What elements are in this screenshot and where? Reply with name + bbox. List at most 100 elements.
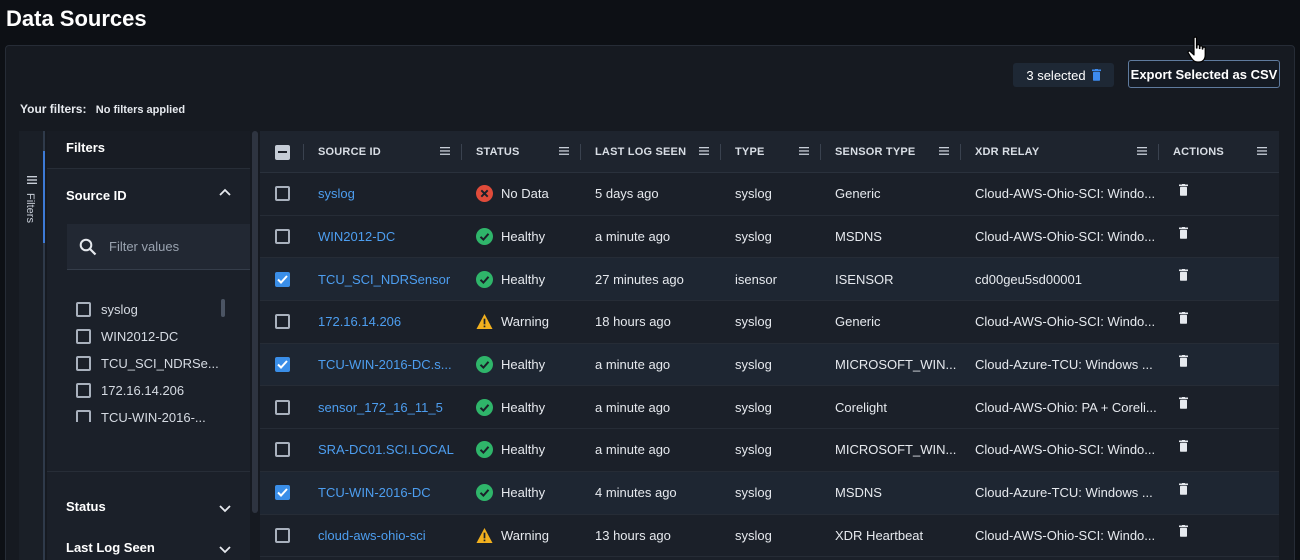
type-cell: isensor bbox=[721, 258, 821, 300]
filter-option[interactable]: TCU_SCI_NDRSe... bbox=[76, 350, 226, 377]
filter-search-box[interactable] bbox=[67, 224, 250, 270]
status-cell: Healthy bbox=[462, 386, 581, 428]
table-row[interactable]: TCU_SCI_NDRSensor Healthy 27 minutes ago is… bbox=[260, 258, 1279, 302]
export-csv-button[interactable]: Export Selected as CSV bbox=[1128, 60, 1280, 88]
column-header-type[interactable]: TYPE bbox=[721, 131, 821, 173]
type-text: syslog bbox=[735, 229, 772, 245]
trash-icon[interactable] bbox=[1179, 226, 1188, 239]
options-scrollbar[interactable] bbox=[221, 299, 225, 317]
source-id-link[interactable]: TCU-WIN-2016-DC bbox=[304, 485, 431, 500]
row-select-cell[interactable] bbox=[260, 344, 304, 386]
column-menu-icon[interactable] bbox=[799, 147, 809, 155]
xdr-relay-cell: Cloud-AWS-Ohio-SCI: Windo... bbox=[961, 173, 1159, 215]
trash-icon[interactable] bbox=[1179, 525, 1188, 538]
source-id-link[interactable]: cloud-aws-ohio-sci bbox=[304, 528, 426, 543]
source-id-link[interactable]: sensor_172_16_11_5 bbox=[304, 400, 443, 415]
source-id-cell: TCU-WIN-2016-DC.s... bbox=[304, 344, 462, 386]
row-select-cell[interactable] bbox=[260, 386, 304, 428]
trash-icon[interactable] bbox=[1179, 397, 1188, 410]
checkbox[interactable] bbox=[76, 410, 91, 422]
column-header-xdr-relay[interactable]: XDR RELAY bbox=[961, 131, 1159, 173]
column-menu-icon[interactable] bbox=[939, 147, 949, 155]
rail-label[interactable]: Filters bbox=[24, 193, 36, 223]
column-menu-icon[interactable] bbox=[699, 147, 709, 155]
table-row[interactable]: cloud-aws-ohio-sci Warning 13 hours ago sys… bbox=[260, 515, 1279, 558]
column-menu-icon[interactable] bbox=[559, 147, 569, 155]
row-select-cell[interactable] bbox=[260, 216, 304, 258]
row-select-cell[interactable] bbox=[260, 258, 304, 300]
status-filter-title[interactable]: Status bbox=[66, 499, 106, 514]
source-id-link[interactable]: WIN2012-DC bbox=[304, 229, 395, 244]
chevron-down-icon[interactable] bbox=[219, 546, 231, 554]
table-row[interactable]: 172.16.14.206 Warning 18 hours ago syslog Ge… bbox=[260, 301, 1279, 344]
checkbox[interactable] bbox=[76, 383, 91, 398]
column-header-source-id[interactable]: SOURCE ID bbox=[304, 131, 462, 173]
header-select-all[interactable] bbox=[260, 131, 304, 173]
filter-option[interactable]: TCU-WIN-2016-... bbox=[76, 404, 226, 422]
row-checkbox[interactable] bbox=[274, 442, 290, 458]
checkbox[interactable] bbox=[76, 329, 91, 344]
table-row[interactable]: SRA-DC01.SCI.LOCAL Healthy a minute ago sys… bbox=[260, 429, 1279, 472]
status-text: Healthy bbox=[501, 271, 546, 287]
row-checkbox[interactable] bbox=[274, 229, 290, 245]
row-checkbox-checked[interactable] bbox=[274, 271, 290, 287]
row-checkbox[interactable] bbox=[274, 399, 290, 415]
source-id-link[interactable]: SRA-DC01.SCI.LOCAL bbox=[304, 442, 454, 457]
select-all-checkbox[interactable] bbox=[274, 144, 290, 160]
filters-rail[interactable]: Filters bbox=[19, 131, 45, 560]
check-circle-icon bbox=[476, 484, 493, 502]
filter-option[interactable]: WIN2012-DC bbox=[76, 323, 226, 350]
checkbox[interactable] bbox=[76, 356, 91, 371]
sensor-type-text: XDR Heartbeat bbox=[835, 527, 924, 543]
source-id-filter-title[interactable]: Source ID bbox=[66, 188, 127, 203]
filter-option[interactable]: 172.16.14.206 bbox=[76, 377, 226, 404]
column-menu-icon[interactable] bbox=[440, 147, 450, 155]
source-id-link[interactable]: syslog bbox=[304, 186, 355, 201]
divider bbox=[47, 471, 250, 472]
trash-icon[interactable] bbox=[1091, 69, 1101, 81]
row-select-cell[interactable] bbox=[260, 301, 304, 343]
filter-values-input[interactable] bbox=[109, 239, 239, 254]
row-checkbox[interactable] bbox=[274, 314, 290, 330]
trash-icon[interactable] bbox=[1179, 311, 1188, 324]
row-checkbox-checked[interactable] bbox=[274, 485, 290, 501]
column-header-status[interactable]: STATUS bbox=[462, 131, 581, 173]
table-row[interactable]: syslog No Data 5 days ago syslog Generic Clou… bbox=[260, 173, 1279, 216]
column-header-last-log-seen[interactable]: LAST LOG SEEN bbox=[581, 131, 721, 173]
source-id-link[interactable]: 172.16.14.206 bbox=[304, 314, 401, 329]
filters-panel-scrollbar[interactable] bbox=[252, 131, 258, 513]
row-checkbox-checked[interactable] bbox=[274, 357, 290, 373]
table-row[interactable]: WIN2012-DC Healthy a minute ago syslog MSDNS… bbox=[260, 216, 1279, 259]
last-log-filter-title[interactable]: Last Log Seen bbox=[66, 540, 155, 555]
status-cell: Warning bbox=[462, 515, 581, 557]
xdr-relay-cell: cd00geu5sd00001 bbox=[961, 258, 1159, 300]
row-select-cell[interactable] bbox=[260, 429, 304, 471]
row-checkbox[interactable] bbox=[274, 527, 290, 543]
row-select-cell[interactable] bbox=[260, 515, 304, 557]
column-header-sensor-type[interactable]: SENSOR TYPE bbox=[821, 131, 961, 173]
trash-icon[interactable] bbox=[1179, 269, 1188, 282]
checkbox[interactable] bbox=[76, 302, 91, 317]
table-row[interactable]: TCU-WIN-2016-DC.s... Healthy a minute ago s… bbox=[260, 343, 1279, 387]
status-indicator: Warning bbox=[462, 527, 549, 544]
row-checkbox[interactable] bbox=[274, 186, 290, 202]
chevron-up-icon[interactable] bbox=[219, 188, 231, 196]
trash-icon[interactable] bbox=[1179, 183, 1188, 196]
filter-option[interactable]: syslog bbox=[76, 296, 226, 323]
table-row[interactable]: sensor_172_16_11_5 Healthy a minute ago sys… bbox=[260, 386, 1279, 430]
source-id-link[interactable]: TCU-WIN-2016-DC.s... bbox=[304, 357, 452, 372]
selected-count-badge[interactable]: 3 selected bbox=[1013, 63, 1114, 87]
column-header-actions[interactable]: ACTIONS bbox=[1159, 131, 1279, 173]
type-text: isensor bbox=[735, 271, 777, 287]
menu-icon[interactable] bbox=[27, 176, 37, 184]
source-id-link[interactable]: TCU_SCI_NDRSensor bbox=[304, 272, 450, 287]
column-menu-icon[interactable] bbox=[1137, 147, 1147, 155]
row-select-cell[interactable] bbox=[260, 472, 304, 514]
row-select-cell[interactable] bbox=[260, 173, 304, 215]
table-row[interactable]: TCU-WIN-2016-DC Healthy 4 minutes ago syslo… bbox=[260, 471, 1279, 515]
column-menu-icon[interactable] bbox=[1257, 147, 1267, 155]
chevron-down-icon[interactable] bbox=[219, 505, 231, 513]
trash-icon[interactable] bbox=[1179, 482, 1188, 495]
trash-icon[interactable] bbox=[1179, 354, 1188, 367]
trash-icon[interactable] bbox=[1179, 439, 1188, 452]
